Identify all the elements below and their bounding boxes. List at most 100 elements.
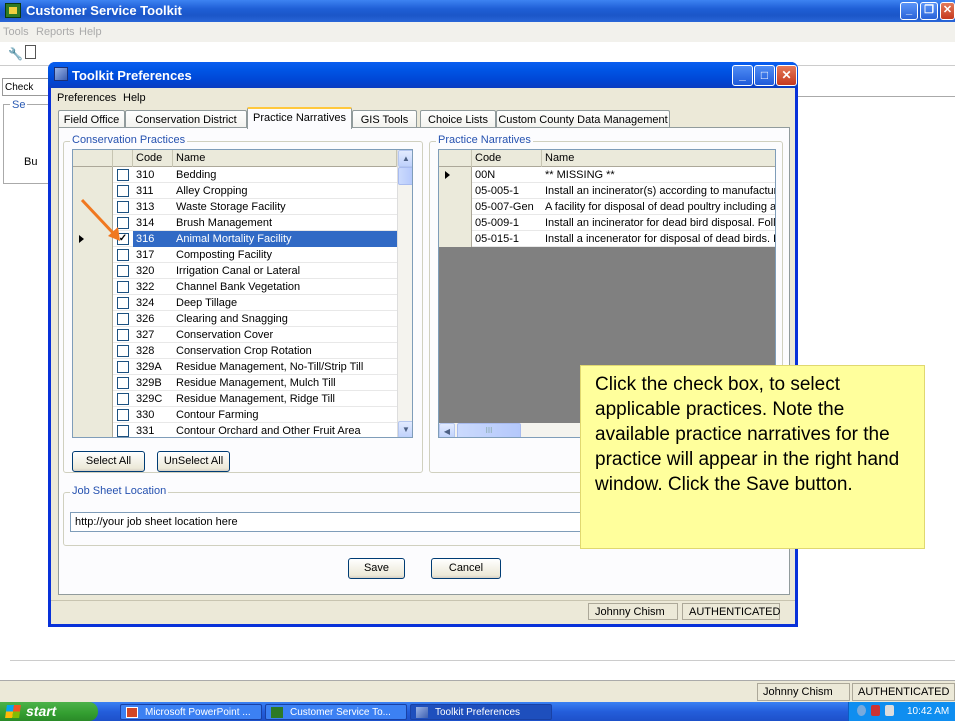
row-header[interactable] [73,295,113,311]
tab-practice-narratives[interactable]: Practice Narratives [247,107,352,129]
practice-row[interactable]: 328 Conservation Crop Rotation [73,343,397,359]
narrative-row[interactable]: 05-005-1 Install an incinerator(s) accord… [439,183,775,199]
wrench-icon[interactable]: 🔧 [8,47,23,61]
practices-scrollbar[interactable]: ▲ ▼ [397,150,412,437]
narrative-code: 05-009-1 [475,217,520,229]
scroll-thumb[interactable]: III [457,423,521,437]
taskbar-item-toolkit-preferences[interactable]: Toolkit Preferences [410,704,552,720]
column-code[interactable]: Code [133,150,173,167]
practice-checkbox[interactable] [117,313,129,325]
tab-field-office[interactable]: Field Office [58,110,125,128]
row-header[interactable] [73,279,113,295]
practice-code: 329A [136,361,162,373]
practice-code: 311 [136,185,154,197]
security-icon[interactable] [871,705,880,716]
dialog-close-icon[interactable]: ✕ [776,65,797,86]
narrative-row[interactable]: 05-015-1 Install a incenerator for dispos… [439,231,775,247]
practice-checkbox[interactable] [117,297,129,309]
dialog-maximize-icon[interactable]: □ [754,65,775,86]
practice-checkbox[interactable] [117,329,129,341]
scroll-up-icon[interactable]: ▲ [398,150,412,167]
volume-icon[interactable] [885,705,894,716]
row-header[interactable] [73,343,113,359]
taskbar-item-customer-service[interactable]: Customer Service To... [265,704,407,720]
practice-row[interactable]: 320 Irrigation Canal or Lateral [73,263,397,279]
menu-preferences[interactable]: Preferences [57,92,116,104]
practice-row[interactable]: 331 Contour Orchard and Other Fruit Area [73,423,397,437]
row-header[interactable] [73,391,113,407]
narrative-row[interactable]: 05-007-Gen A facility for disposal of dea… [439,199,775,215]
practice-name: Animal Mortality Facility [173,231,397,247]
row-header[interactable] [73,167,113,183]
narrative-row[interactable]: 05-009-1 Install an incinerator for dead … [439,215,775,231]
practice-row[interactable]: 327 Conservation Cover [73,327,397,343]
unselect-all-button[interactable]: UnSelect All [157,451,230,472]
menu-reports[interactable]: Reports [36,26,75,38]
menu-tools[interactable]: Tools [3,26,29,38]
row-header[interactable] [439,167,472,183]
row-header[interactable] [73,423,113,437]
new-document-icon[interactable] [25,45,36,59]
row-header[interactable] [73,263,113,279]
restore-icon[interactable]: ❐ [920,2,938,20]
practice-row[interactable]: 329B Residue Management, Mulch Till [73,375,397,391]
row-header[interactable] [73,359,113,375]
scroll-thumb[interactable] [398,167,412,185]
row-header[interactable] [73,247,113,263]
row-header[interactable] [73,311,113,327]
menu-help[interactable]: Help [79,26,102,38]
row-header[interactable] [439,231,472,247]
column-name[interactable]: Name [542,150,775,167]
app-titlebar: Customer Service Toolkit _ ❐ ✕ [0,0,955,22]
practice-row[interactable]: 329A Residue Management, No-Till/Strip Ti… [73,359,397,375]
practice-row[interactable]: 310 Bedding [73,167,397,183]
tab-gis-tools[interactable]: GIS Tools [352,110,417,128]
row-header[interactable] [73,375,113,391]
minimize-icon[interactable]: _ [900,2,918,20]
practice-checkbox[interactable] [117,281,129,293]
row-header[interactable] [439,199,472,215]
narrative-code: 05-005-1 [475,185,520,197]
save-button[interactable]: Save [348,558,405,579]
start-button[interactable]: start [0,702,98,721]
practice-row[interactable]: 330 Contour Farming [73,407,397,423]
select-all-button[interactable]: Select All [72,451,145,472]
orange-arrow-icon [80,198,120,241]
tab-custom-county-data[interactable]: Custom County Data Management [496,110,670,128]
behind-tab-check[interactable]: Check [2,78,50,96]
row-header[interactable] [73,327,113,343]
practice-code: 317 [136,249,155,261]
practice-checkbox[interactable] [117,409,129,421]
practice-row[interactable]: 329C Residue Management, Ridge Till [73,391,397,407]
practice-checkbox[interactable] [117,425,129,437]
dialog-minimize-icon[interactable]: _ [732,65,753,86]
scroll-left-icon[interactable]: ◀ [439,423,455,437]
tab-conservation-district[interactable]: Conservation District [125,110,247,128]
taskbar-item-powerpoint[interactable]: Microsoft PowerPoint ... [120,704,262,720]
row-header[interactable] [439,183,472,199]
cancel-button[interactable]: Cancel [431,558,501,579]
menu-help[interactable]: Help [123,92,146,104]
practice-checkbox[interactable] [117,393,129,405]
practice-checkbox[interactable] [117,249,129,261]
practice-row[interactable]: 317 Composting Facility [73,247,397,263]
tab-choice-lists[interactable]: Choice Lists [420,110,496,128]
narrative-row[interactable]: 00N ** MISSING ** [439,167,775,183]
practice-code: 310 [136,169,155,181]
practice-checkbox[interactable] [117,377,129,389]
practice-checkbox[interactable] [117,169,129,181]
row-header[interactable] [73,407,113,423]
checkbox-column [113,150,133,167]
practice-checkbox[interactable] [117,345,129,357]
column-code[interactable]: Code [472,150,542,167]
scroll-down-icon[interactable]: ▼ [398,421,412,437]
close-icon[interactable]: ✕ [940,2,955,20]
practice-checkbox[interactable] [117,361,129,373]
network-icon[interactable] [857,705,866,716]
practice-row[interactable]: 326 Clearing and Snagging [73,311,397,327]
practice-row[interactable]: 322 Channel Bank Vegetation [73,279,397,295]
practice-checkbox[interactable] [117,265,129,277]
row-header[interactable] [439,215,472,231]
column-name[interactable]: Name [173,150,397,167]
practice-row[interactable]: 324 Deep Tillage [73,295,397,311]
